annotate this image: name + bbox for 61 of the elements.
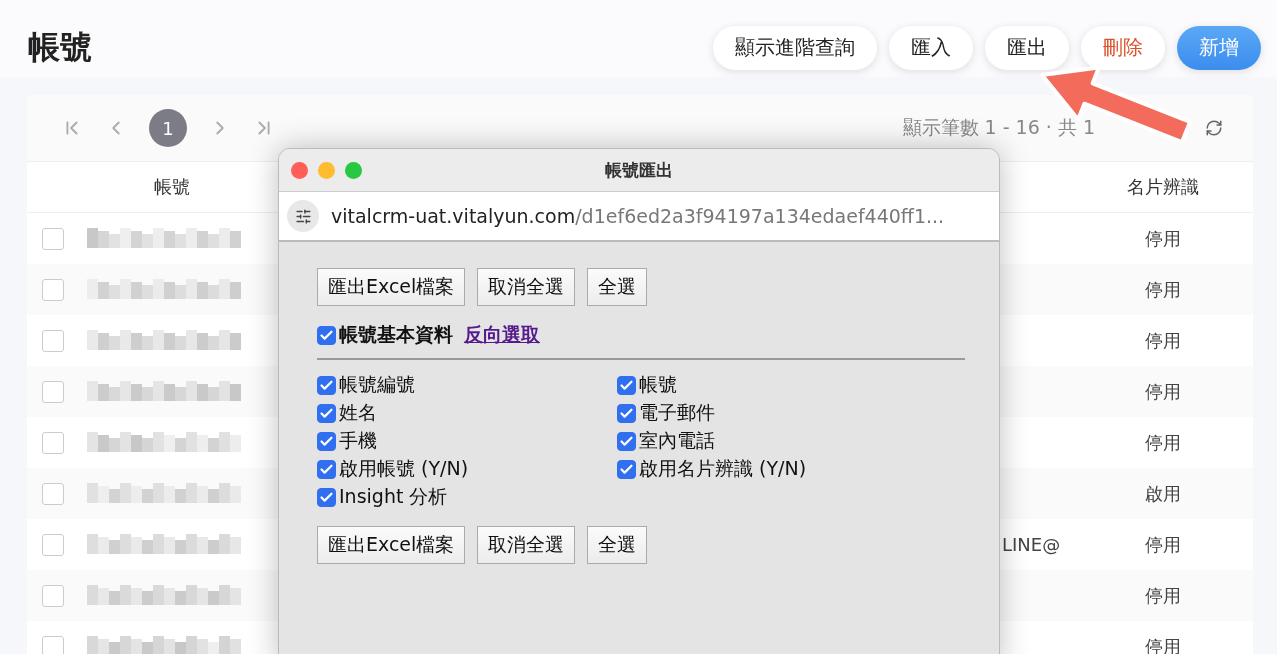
window-title: 帳號匯出 (605, 158, 673, 182)
field-label: 手機 (339, 428, 377, 453)
row-checkbox[interactable] (42, 380, 64, 403)
row-checkbox[interactable] (42, 635, 64, 654)
checkbox[interactable] (317, 487, 336, 507)
dialog-button[interactable]: 匯出Excel檔案 (317, 268, 466, 306)
url-text: vitalcrm-uat.vitalyun.com/d1ef6ed2a3f94197a134edaef440ff1... (331, 205, 945, 227)
table-cell: LINE@ (1002, 534, 1061, 555)
checkbox[interactable] (317, 325, 336, 345)
row-checkbox[interactable] (42, 584, 64, 607)
dialog-button[interactable]: 取消全選 (477, 268, 576, 306)
checkbox[interactable] (317, 459, 336, 479)
dialog-button[interactable]: 全選 (587, 526, 648, 564)
page-number[interactable]: 1 (149, 109, 187, 147)
table-cell-text: 停用 (1143, 583, 1182, 608)
column-header: 帳號 (153, 175, 191, 199)
close-button[interactable] (291, 161, 308, 179)
action-button[interactable]: 匯入 (889, 25, 973, 70)
field-label: Insight 分析 (339, 484, 448, 509)
field-label: 帳號 (639, 372, 677, 397)
dialog-button[interactable]: 匯出Excel檔案 (317, 526, 466, 564)
field-label: 姓名 (339, 400, 377, 425)
record-summary: 顯示筆數 1 - 16 · 共 1 (902, 115, 1095, 140)
field-label: 啟用帳號 (Y/N) (339, 456, 469, 481)
checkbox[interactable] (317, 431, 336, 451)
action-button[interactable]: 顯示進階查詢 (713, 25, 877, 70)
table-cell-text: 停用 (1143, 532, 1182, 557)
action-button[interactable]: 匯出 (985, 25, 1069, 70)
row-checkbox[interactable] (42, 482, 64, 505)
table-cell-text: 停用 (1143, 430, 1182, 455)
table-cell-text: 停用 (1143, 328, 1182, 353)
site-settings-icon[interactable] (287, 200, 319, 232)
action-button[interactable]: 刪除 (1081, 25, 1165, 70)
checkbox[interactable] (617, 459, 636, 479)
checkbox[interactable] (317, 403, 336, 423)
table-cell-text: 停用 (1143, 277, 1182, 302)
dialog-button[interactable]: 取消全選 (477, 526, 576, 564)
row-checkbox[interactable] (42, 278, 64, 301)
invert-selection-link[interactable]: 反向選取 (464, 322, 540, 348)
page-title: 帳號 (28, 26, 92, 68)
checkbox[interactable] (317, 375, 336, 395)
checkbox[interactable] (617, 403, 636, 423)
column-header: 名片辨識 (1125, 175, 1200, 199)
refresh-icon[interactable] (1205, 119, 1223, 137)
dialog-button[interactable]: 全選 (587, 268, 648, 306)
group-label: 帳號基本資料 (339, 322, 453, 347)
checkbox[interactable] (617, 375, 636, 395)
field-label: 電子郵件 (639, 400, 715, 425)
table-cell-text: 停用 (1143, 379, 1182, 404)
table-cell-text: 停用 (1143, 226, 1182, 251)
field-label: 室內電話 (639, 428, 715, 453)
minimize-button[interactable] (318, 161, 335, 179)
row-checkbox[interactable] (42, 533, 64, 556)
row-checkbox[interactable] (42, 329, 64, 352)
row-checkbox[interactable] (42, 227, 64, 250)
table-cell-text: 啟用 (1143, 481, 1182, 506)
row-checkbox[interactable] (42, 431, 64, 454)
field-label: 啟用名片辨識 (Y/N) (639, 456, 807, 481)
maximize-button[interactable] (345, 161, 362, 179)
checkbox[interactable] (617, 431, 636, 451)
field-label: 帳號編號 (339, 372, 415, 397)
